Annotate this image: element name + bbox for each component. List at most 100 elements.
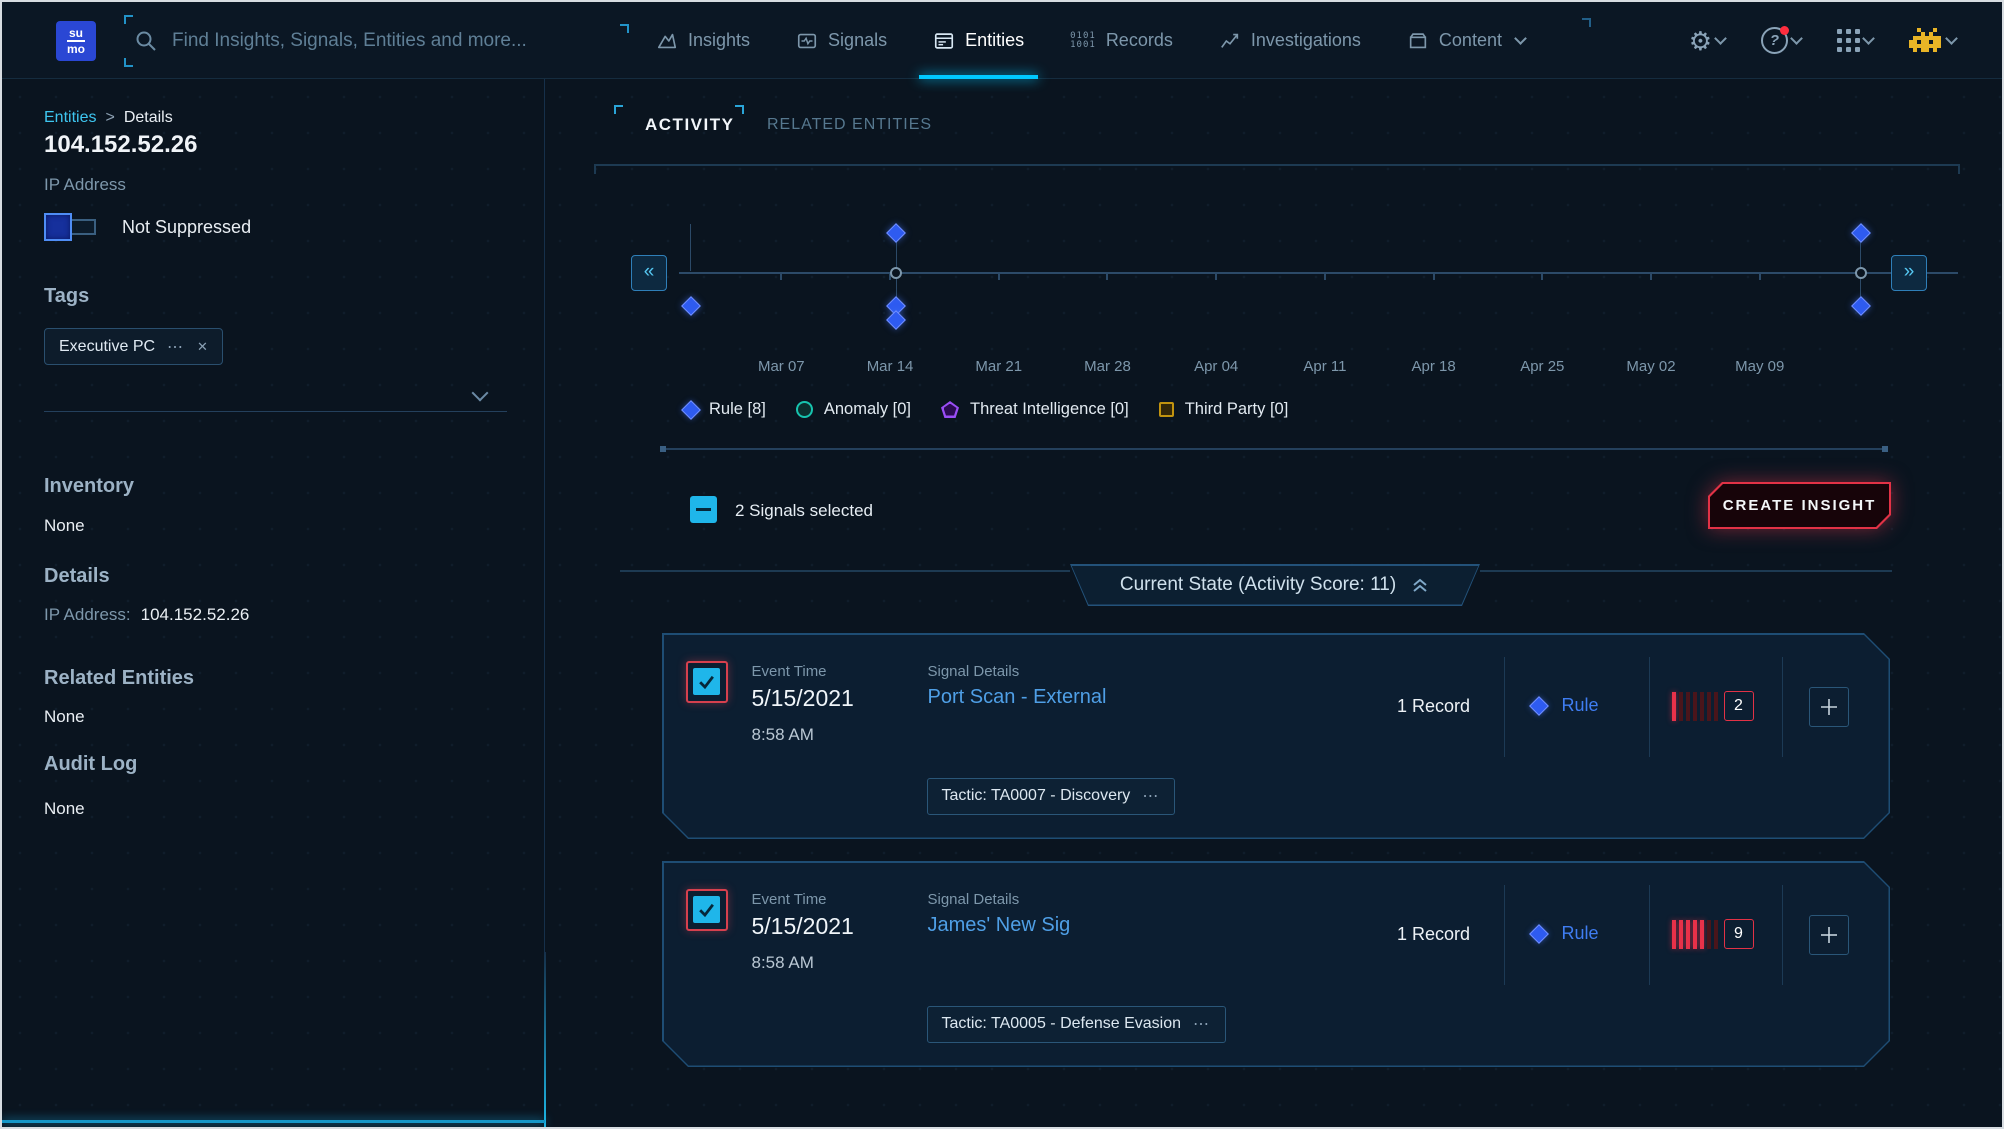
- suppression-toggle-box[interactable]: [44, 213, 72, 241]
- event-time: 8:58 AM: [752, 953, 814, 973]
- suppression-toggle[interactable]: Not Suppressed: [44, 213, 251, 241]
- severity-bar: [1679, 920, 1683, 949]
- search-input[interactable]: [172, 30, 614, 52]
- nav-item-investigations[interactable]: Investigations: [1219, 2, 1361, 79]
- more-options-icon[interactable]: ⋯: [1142, 786, 1160, 806]
- content-icon: [1407, 30, 1429, 52]
- signal-marker-diamond[interactable]: [1851, 296, 1871, 316]
- audit-log-heading: Audit Log: [44, 753, 137, 776]
- logo-text-top: su: [69, 27, 83, 39]
- card-divider: [1504, 657, 1505, 757]
- legend-threat-intelligence[interactable]: Threat Intelligence [0]: [941, 400, 1129, 419]
- entity-title: 104.152.52.26: [44, 131, 197, 159]
- nav-item-insights[interactable]: Insights: [656, 2, 750, 79]
- sumo-logic-logo[interactable]: su mo: [56, 21, 96, 61]
- current-state-header[interactable]: Current State (Activity Score: 11): [1070, 564, 1480, 606]
- more-options-icon[interactable]: ⋯: [167, 337, 185, 357]
- timeline-tick: [780, 273, 782, 280]
- timeline-date-label: May 09: [1715, 358, 1805, 375]
- timeline-date-label: Apr 25: [1497, 358, 1587, 375]
- details-ip-row: IP Address: 104.152.52.26: [44, 605, 249, 625]
- create-insight-button[interactable]: CREATE INSIGHT: [1708, 482, 1891, 529]
- search-corner-bracket: [620, 24, 629, 33]
- nav-item-records[interactable]: 0101 1001 Records: [1070, 2, 1173, 79]
- signal-marker-diamond[interactable]: [681, 296, 701, 316]
- account-button[interactable]: [1909, 28, 1956, 54]
- settings-button[interactable]: ⚙: [1689, 28, 1725, 54]
- nav-item-content[interactable]: Content: [1407, 2, 1525, 79]
- severity-bar: [1707, 920, 1711, 949]
- signal-marker-diamond[interactable]: [887, 223, 907, 243]
- nav-item-entities[interactable]: Entities: [933, 2, 1024, 79]
- legend-third-party[interactable]: Third Party [0]: [1159, 400, 1289, 419]
- timeline-prev-button[interactable]: «: [631, 255, 667, 291]
- signal-checkbox[interactable]: [686, 661, 728, 703]
- nav-label: Investigations: [1251, 30, 1361, 51]
- breadcrumb: Entities > Details: [44, 109, 173, 127]
- apps-button[interactable]: [1837, 29, 1873, 52]
- rule-type-icon: [1529, 696, 1549, 716]
- event-time-label: Event Time: [752, 663, 827, 680]
- rule-diamond-icon: [681, 400, 701, 420]
- chevron-down-icon: [1862, 32, 1875, 45]
- help-button[interactable]: ?: [1761, 27, 1801, 54]
- timeline-next-button[interactable]: »: [1891, 255, 1927, 291]
- legend-rule[interactable]: Rule [8]: [684, 400, 766, 419]
- chevron-down-icon: [1714, 32, 1727, 45]
- timeline-date-label: Mar 07: [736, 358, 826, 375]
- third-party-square-icon: [1159, 402, 1174, 417]
- rule-type-icon: [1529, 924, 1549, 944]
- tactic-label: Tactic: TA0007 - Discovery: [942, 787, 1131, 805]
- signal-name-link[interactable]: James' New Sig: [928, 914, 1071, 937]
- close-icon[interactable]: ✕: [197, 339, 208, 355]
- anomaly-circle-icon: [796, 401, 813, 418]
- entity-type-label: IP Address: [44, 175, 126, 195]
- nav-corner-bracket: [1582, 18, 1591, 27]
- global-search[interactable]: [134, 21, 614, 61]
- signal-marker-diamond[interactable]: [887, 310, 907, 330]
- severity-bar: [1700, 692, 1704, 721]
- topbar-actions: ⚙ ?: [1689, 2, 1956, 79]
- top-navigation-bar: su mo Insights: [2, 2, 2002, 79]
- records-icon: 0101 1001: [1070, 32, 1096, 50]
- legend-label: Rule [8]: [709, 400, 766, 419]
- tab-label: RELATED ENTITIES: [767, 116, 932, 134]
- timeline-node[interactable]: [1855, 267, 1867, 279]
- collapse-chevron-icon[interactable]: [472, 385, 489, 402]
- current-state-line: [620, 570, 1070, 572]
- expand-signal-button[interactable]: [1809, 915, 1849, 955]
- timeline-node[interactable]: [890, 267, 902, 279]
- event-time-label: Event Time: [752, 891, 827, 908]
- nav-item-signals[interactable]: Signals: [796, 2, 887, 79]
- timeline-axis: [679, 272, 1958, 274]
- more-options-icon[interactable]: ⋯: [1193, 1014, 1211, 1034]
- related-entities-value: None: [44, 707, 85, 727]
- tactic-tag[interactable]: Tactic: TA0007 - Discovery ⋯: [927, 778, 1176, 815]
- legend-anomaly[interactable]: Anomaly [0]: [796, 400, 911, 419]
- tab-related-entities[interactable]: RELATED ENTITIES: [767, 110, 932, 140]
- expand-signal-button[interactable]: [1809, 687, 1849, 727]
- avatar-icon: [1909, 28, 1943, 54]
- signal-name-link[interactable]: Port Scan - External: [928, 686, 1107, 709]
- checkbox-checked-icon: [693, 896, 720, 923]
- entities-icon: [933, 30, 955, 52]
- event-date: 5/15/2021: [752, 685, 854, 712]
- tag-chip[interactable]: Executive PC ⋯ ✕: [44, 328, 223, 365]
- details-ip-value: 104.152.52.26: [141, 605, 250, 625]
- tactic-tag[interactable]: Tactic: TA0005 - Defense Evasion ⋯: [927, 1006, 1227, 1043]
- event-time: 8:58 AM: [752, 725, 814, 745]
- search-corner-bracket: [124, 58, 133, 67]
- tab-activity[interactable]: ACTIVITY: [645, 110, 734, 140]
- plus-icon: [1819, 697, 1839, 717]
- current-state-label: Current State (Activity Score: 11): [1120, 574, 1396, 596]
- severity-bar: [1700, 920, 1704, 949]
- record-count: 1 Record: [1364, 696, 1504, 717]
- select-all-checkbox[interactable]: [690, 496, 717, 523]
- signal-type-label: Rule: [1562, 695, 1599, 716]
- signal-checkbox[interactable]: [686, 889, 728, 931]
- signal-marker-diamond[interactable]: [1851, 223, 1871, 243]
- legend-label: Third Party [0]: [1185, 400, 1289, 419]
- breadcrumb-entities-link[interactable]: Entities: [44, 109, 96, 127]
- related-entities-heading: Related Entities: [44, 667, 194, 690]
- timeline-date-label: Apr 18: [1389, 358, 1479, 375]
